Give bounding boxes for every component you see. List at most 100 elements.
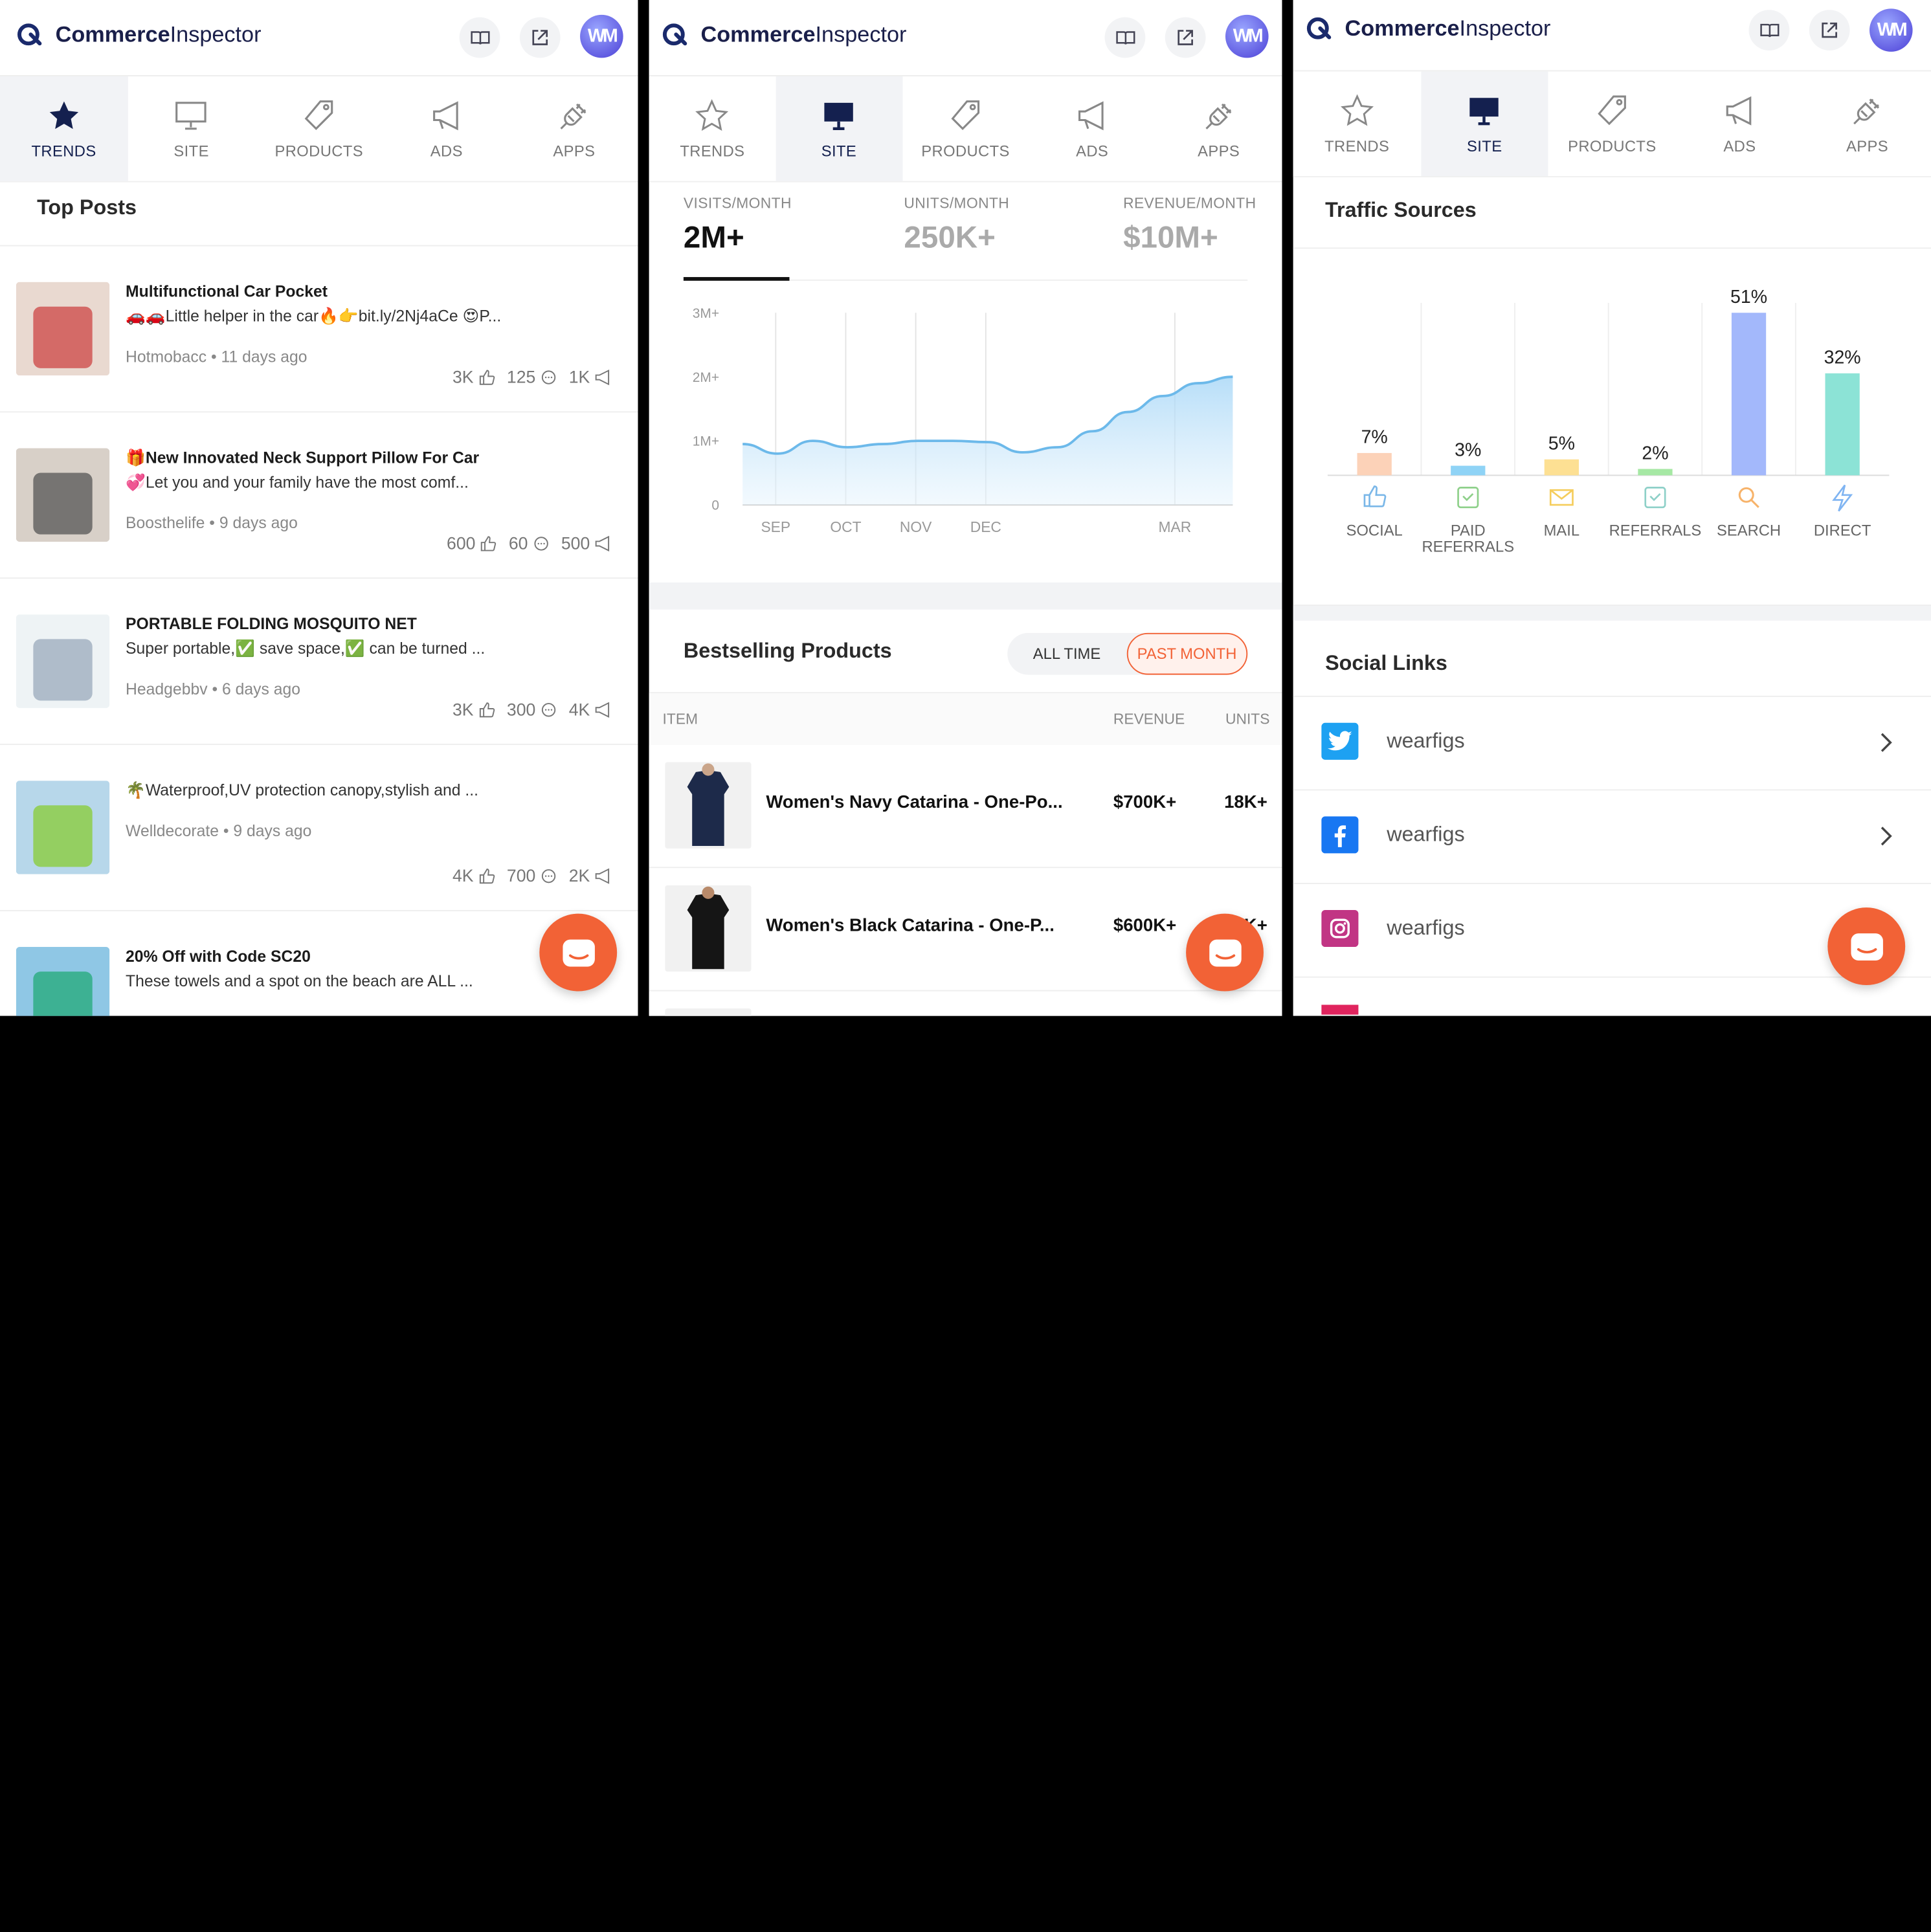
bestselling-header: Bestselling Products ALL TIME PAST MONTH <box>649 610 1282 694</box>
open-site-button[interactable] <box>1165 17 1206 58</box>
tab-site[interactable]: SITE <box>128 76 255 181</box>
brand-name-bold: Commerce <box>55 21 170 47</box>
guide-button[interactable] <box>459 17 500 58</box>
chat-button[interactable] <box>1186 913 1264 992</box>
post-thumbnail <box>16 947 110 1016</box>
plug-icon <box>1853 98 1880 124</box>
avatar[interactable]: WM <box>580 14 623 58</box>
chevron-right-icon <box>1881 733 1892 752</box>
category-label: PAID <box>1451 522 1486 540</box>
open-site-button[interactable] <box>1809 10 1850 51</box>
brand-logo[interactable]: CommerceInspector <box>16 21 262 48</box>
filter-all-time[interactable]: ALL TIME <box>1007 633 1126 675</box>
shares-count: 4K <box>568 699 590 720</box>
tab-site[interactable]: SITE <box>1420 71 1548 177</box>
brand-logo[interactable]: CommerceInspector <box>662 21 906 48</box>
open-site-button[interactable] <box>519 17 561 58</box>
post-description: 🌴Waterproof,UV protection canopy,stylish… <box>126 781 479 799</box>
book-icon <box>1759 23 1779 37</box>
category-label: DIRECT <box>1814 522 1871 540</box>
post-item[interactable]: PORTABLE FOLDING MOSQUITO NET Super porta… <box>0 579 638 746</box>
guide-button[interactable] <box>1748 10 1790 51</box>
post-item[interactable]: 🌴Waterproof,UV protection canopy,stylish… <box>0 745 638 911</box>
visits-chart: 3M+ 2M+ 1M+ 0 SEP OCT NOV DEC MAR <box>649 281 1282 583</box>
metric-units[interactable]: UNITS/MONTH 250K+ <box>904 195 1009 256</box>
column-item[interactable]: ITEM <box>663 711 698 728</box>
table-row[interactable] <box>649 991 1282 1016</box>
x-tick-label: SEP <box>761 518 790 535</box>
post-item[interactable]: Multifunctional Car Pocket 🚗🚗Little helpe… <box>0 247 638 413</box>
tab-apps[interactable]: APPS <box>1803 71 1931 176</box>
table-row[interactable]: Women's Navy Catarina - One-Po... $700K+… <box>649 745 1282 869</box>
post-stats: 600 60 500 <box>447 533 611 553</box>
tab-trends[interactable]: TRENDS <box>649 76 776 181</box>
thumbs-up-icon <box>478 369 495 384</box>
column-units[interactable]: UNITS <box>1225 711 1269 728</box>
book-icon <box>1115 30 1135 44</box>
column-revenue[interactable]: REVENUE <box>1113 711 1185 728</box>
section-divider <box>649 582 1282 610</box>
post-stats: 3K 300 4K <box>452 700 611 719</box>
social-handle: wearfigs <box>1387 822 1465 847</box>
guide-button[interactable] <box>1104 17 1146 58</box>
tab-site[interactable]: SITE <box>776 76 902 181</box>
metric-visits[interactable]: VISITS/MONTH 2M+ <box>684 195 792 256</box>
post-description: 🚗🚗Little helper in the car🔥👉bit.ly/2Nj4a… <box>126 306 502 326</box>
product-name: Women's Navy Catarina - One-Po... <box>766 793 1063 813</box>
social-link-twitter[interactable]: wearfigs <box>1293 697 1931 791</box>
tab-ads[interactable]: ADS <box>1676 71 1803 176</box>
traffic-panel: CommerceInspector WM TRENDS SITE PRODUCT… <box>1293 0 1931 1016</box>
plug-icon <box>1205 103 1231 129</box>
tab-apps[interactable]: APPS <box>510 76 638 181</box>
tab-products[interactable]: PRODUCTS <box>1548 71 1676 176</box>
tab-ads[interactable]: ADS <box>383 76 510 181</box>
tab-trends[interactable]: TRENDS <box>1293 71 1421 176</box>
megaphone-icon <box>1725 95 1751 125</box>
traffic-bar-chart: 7%SOCIAL3%PAIDREFERRALS5%MAIL2%REFERRALS… <box>1327 287 1890 555</box>
likes-count: 4K <box>452 865 474 885</box>
logo-icon <box>17 23 42 46</box>
thumbs-up-icon <box>478 868 495 883</box>
brand-logo[interactable]: CommerceInspector <box>1306 15 1550 42</box>
post-title: 20% Off with Code SC20 <box>126 947 311 966</box>
tab-products[interactable]: PRODUCTS <box>902 76 1029 181</box>
x-tick-label: MAR <box>1159 518 1192 535</box>
post-age: 6 days ago <box>221 680 301 698</box>
section-title: Bestselling Products <box>683 639 892 663</box>
megaphone-icon <box>432 100 458 130</box>
x-tick-label: DEC <box>970 518 1001 535</box>
avatar[interactable]: WM <box>1225 14 1269 58</box>
social-link-partial[interactable] <box>1293 978 1931 1015</box>
tab-trends[interactable]: TRENDS <box>0 76 128 181</box>
brand-name-bold: Commerce <box>700 21 816 47</box>
bar-value-label: 51% <box>1730 287 1767 307</box>
chat-button[interactable] <box>1827 907 1906 985</box>
likes-stat: 3K <box>452 367 495 386</box>
metric-revenue[interactable]: REVENUE/MONTH $10M+ <box>1123 195 1256 256</box>
post-item[interactable]: 🎁New Innovated Neck Support Pillow For C… <box>0 412 638 579</box>
plug-icon <box>560 103 586 129</box>
tab-products[interactable]: PRODUCTS <box>255 76 383 181</box>
x-tick-label: NOV <box>900 518 932 535</box>
book-icon <box>470 30 489 44</box>
bar-value-label: 5% <box>1548 434 1575 454</box>
tab-apps[interactable]: APPS <box>1155 76 1282 181</box>
metric-value: 250K+ <box>904 220 996 255</box>
twitter-icon <box>1321 722 1359 760</box>
bar-referrals <box>1638 469 1673 476</box>
shares-stat: 1K <box>569 367 611 386</box>
social-handle: wearfigs <box>1387 729 1465 753</box>
tab-ads[interactable]: ADS <box>1029 76 1155 181</box>
tab-label: PRODUCTS <box>274 142 363 160</box>
filter-past-month[interactable]: PAST MONTH <box>1126 632 1248 675</box>
avatar[interactable]: WM <box>1869 8 1913 52</box>
megaphone-icon <box>595 535 610 551</box>
table-row[interactable]: Women's Black Catarina - One-P... $600K+… <box>649 868 1282 992</box>
y-tick-label: 1M+ <box>693 434 719 449</box>
likes-count: 600 <box>447 533 476 553</box>
chevron-right-icon <box>1881 827 1892 846</box>
tab-label: TRENDS <box>31 142 96 160</box>
tab-label: APPS <box>1198 142 1240 160</box>
chat-button[interactable] <box>539 913 618 992</box>
social-link-facebook[interactable]: wearfigs <box>1293 790 1931 884</box>
